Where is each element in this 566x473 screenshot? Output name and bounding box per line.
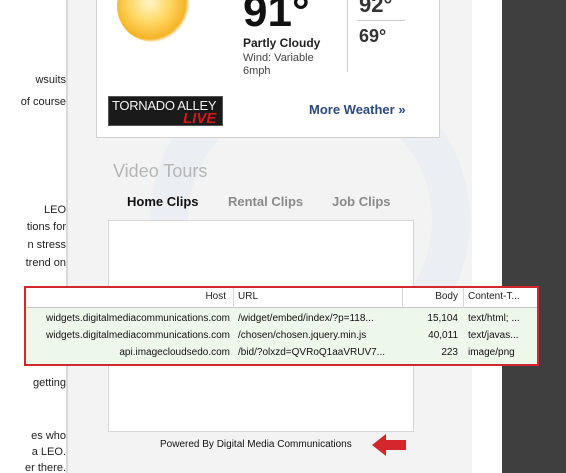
tab-job-clips[interactable]: Job Clips — [332, 194, 391, 209]
network-table-header: Host URL Body Content-T... — [26, 288, 537, 308]
row-host: api.imageclouds​edo.com — [119, 347, 230, 358]
row-body-size: 223 — [441, 347, 458, 358]
column-divider[interactable] — [233, 288, 234, 308]
partly-cloudy-icon — [117, 0, 189, 42]
more-weather-link[interactable]: More Weather » — [309, 102, 406, 117]
red-arrow-icon — [372, 434, 406, 456]
table-row[interactable]: api.imageclouds​edo.com /bid/?olxzd=QVRo… — [26, 345, 537, 362]
video-tours-title: Video Tours — [113, 161, 208, 181]
article-text-fragment: getting — [32, 377, 66, 389]
article-text-fragment: tions for — [26, 221, 66, 233]
row-body-size: 40,011 — [428, 330, 458, 341]
article-text-fragment: wsuits — [35, 74, 66, 86]
divider — [357, 20, 405, 21]
tab-rental-clips[interactable]: Rental Clips — [228, 194, 303, 209]
row-url: /chosen/chosen.jquery.min.js — [238, 330, 367, 341]
row-content-type: text/html; ... — [468, 313, 520, 324]
powered-by-link[interactable]: Powered By Digital Media Communications — [160, 439, 352, 450]
tornado-banner-live: LIVE — [183, 110, 217, 126]
table-row[interactable]: widgets.digitalmediacommunications.com /… — [26, 328, 537, 345]
article-text-fragment: es who — [31, 430, 66, 442]
article-text-fragment: n stress — [27, 239, 66, 251]
row-body-size: 15,104 — [427, 313, 458, 324]
column-divider[interactable] — [463, 288, 464, 308]
network-requests-panel: Host URL Body Content-T... widgets.digit… — [24, 286, 539, 366]
column-header-url[interactable]: URL — [238, 291, 258, 302]
article-text-fragment: LEO — [43, 204, 66, 216]
row-host: widgets.digitalmediacommunications.com — [46, 313, 230, 324]
column-header-content-type[interactable]: Content-T... — [468, 291, 520, 302]
high-temperature: 92° — [359, 0, 393, 17]
tab-home-clips[interactable]: Home Clips — [127, 194, 199, 209]
article-text-fragment: of course — [20, 96, 66, 108]
right-gutter — [472, 0, 502, 473]
article-text-fragment: er there. — [25, 462, 66, 473]
row-content-type: text/javas... — [468, 330, 519, 341]
article-text-fragment: trend on — [25, 257, 66, 269]
weather-widget: 91° Partly Cloudy Wind: Variable 6mph 92… — [96, 0, 440, 138]
row-url: /bid/?olxzd=QVRoQ1aaVRUV7... — [238, 347, 386, 358]
divider — [347, 0, 348, 72]
low-temperature: 69° — [359, 26, 387, 46]
row-url: /widget/embed/index/?p=118... — [238, 313, 374, 324]
column-divider[interactable] — [402, 288, 403, 308]
article-text-column: wsuits of course LEO tions for n stress … — [0, 0, 66, 473]
wind-info: Wind: Variable 6mph — [243, 52, 314, 77]
article-text-fragment: a LEO. — [31, 446, 66, 458]
page-edge-dark — [502, 0, 566, 473]
column-header-body[interactable]: Body — [406, 291, 458, 302]
current-temperature: 91° — [243, 0, 310, 36]
row-host: widgets.digitalmediacommunications.com — [46, 330, 230, 341]
weather-condition: Partly Cloudy — [243, 36, 321, 50]
tornado-alley-live-banner[interactable]: TORNADO ALLEY LIVE — [108, 96, 223, 126]
table-row[interactable]: widgets.digitalmediacommunications.com /… — [26, 311, 537, 328]
row-content-type: image/png — [468, 347, 515, 358]
column-header-host[interactable]: Host — [26, 291, 226, 302]
